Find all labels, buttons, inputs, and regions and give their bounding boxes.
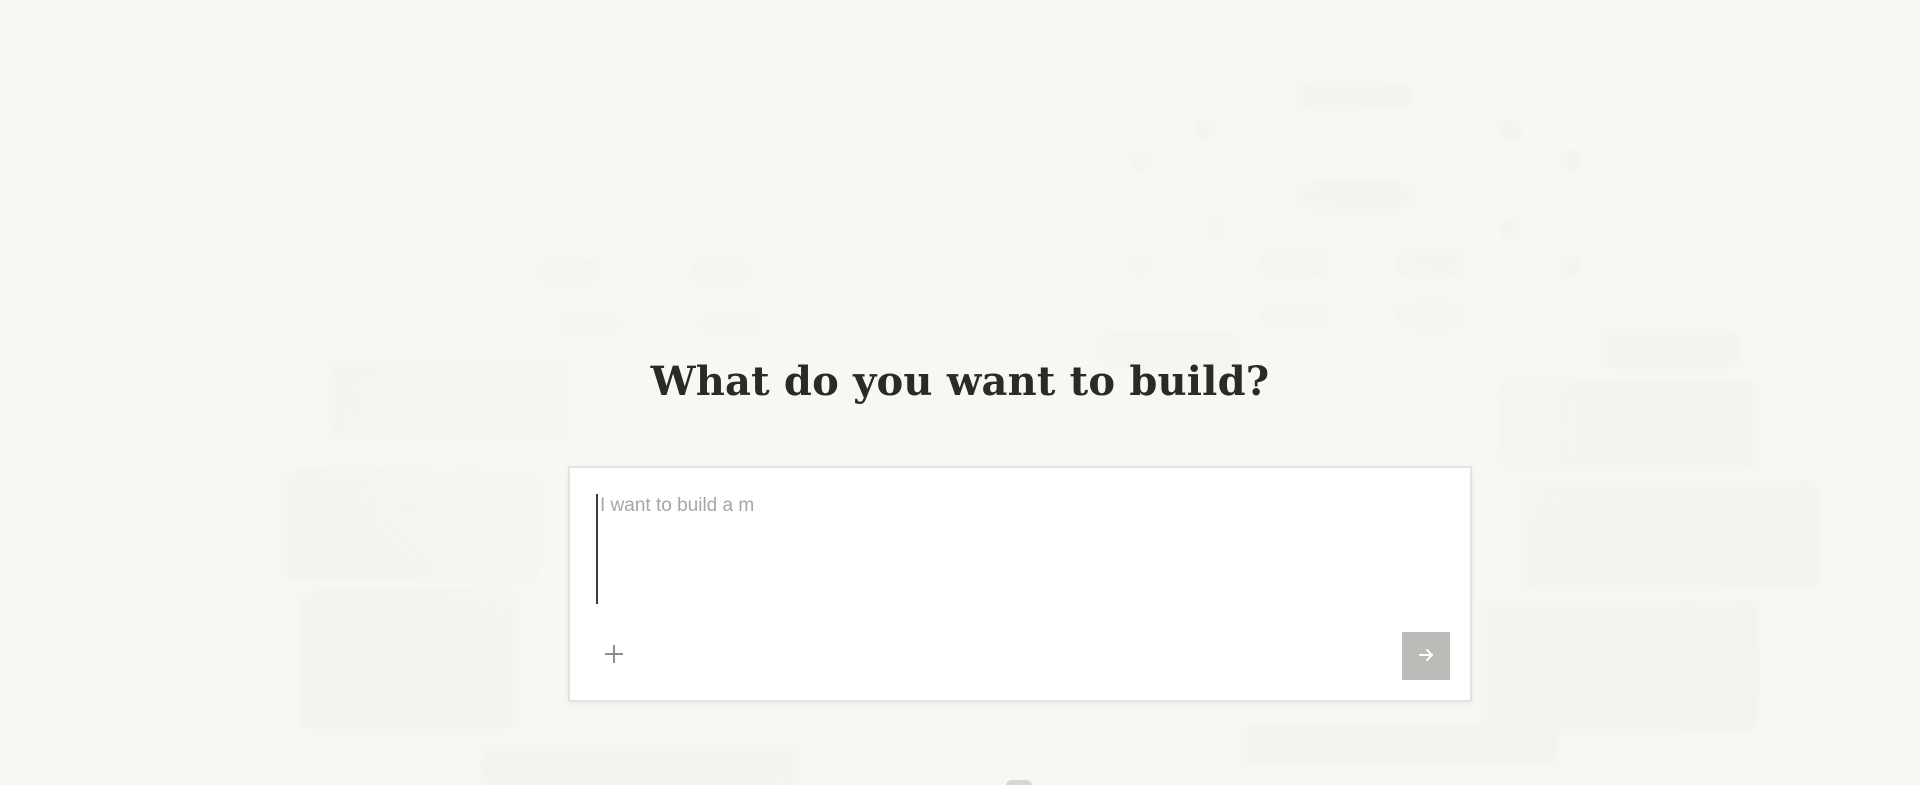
page-title: What do you want to build? [650,358,1270,405]
prompt-card [568,466,1472,702]
prompt-input[interactable] [596,494,1440,604]
submit-button[interactable] [1402,632,1450,680]
add-attachment-button[interactable] [600,642,628,670]
page: What do you want to build? [0,0,1920,785]
arrow-right-icon [1417,646,1435,667]
bottom-indicator [1006,780,1032,785]
plus-icon [603,643,625,670]
